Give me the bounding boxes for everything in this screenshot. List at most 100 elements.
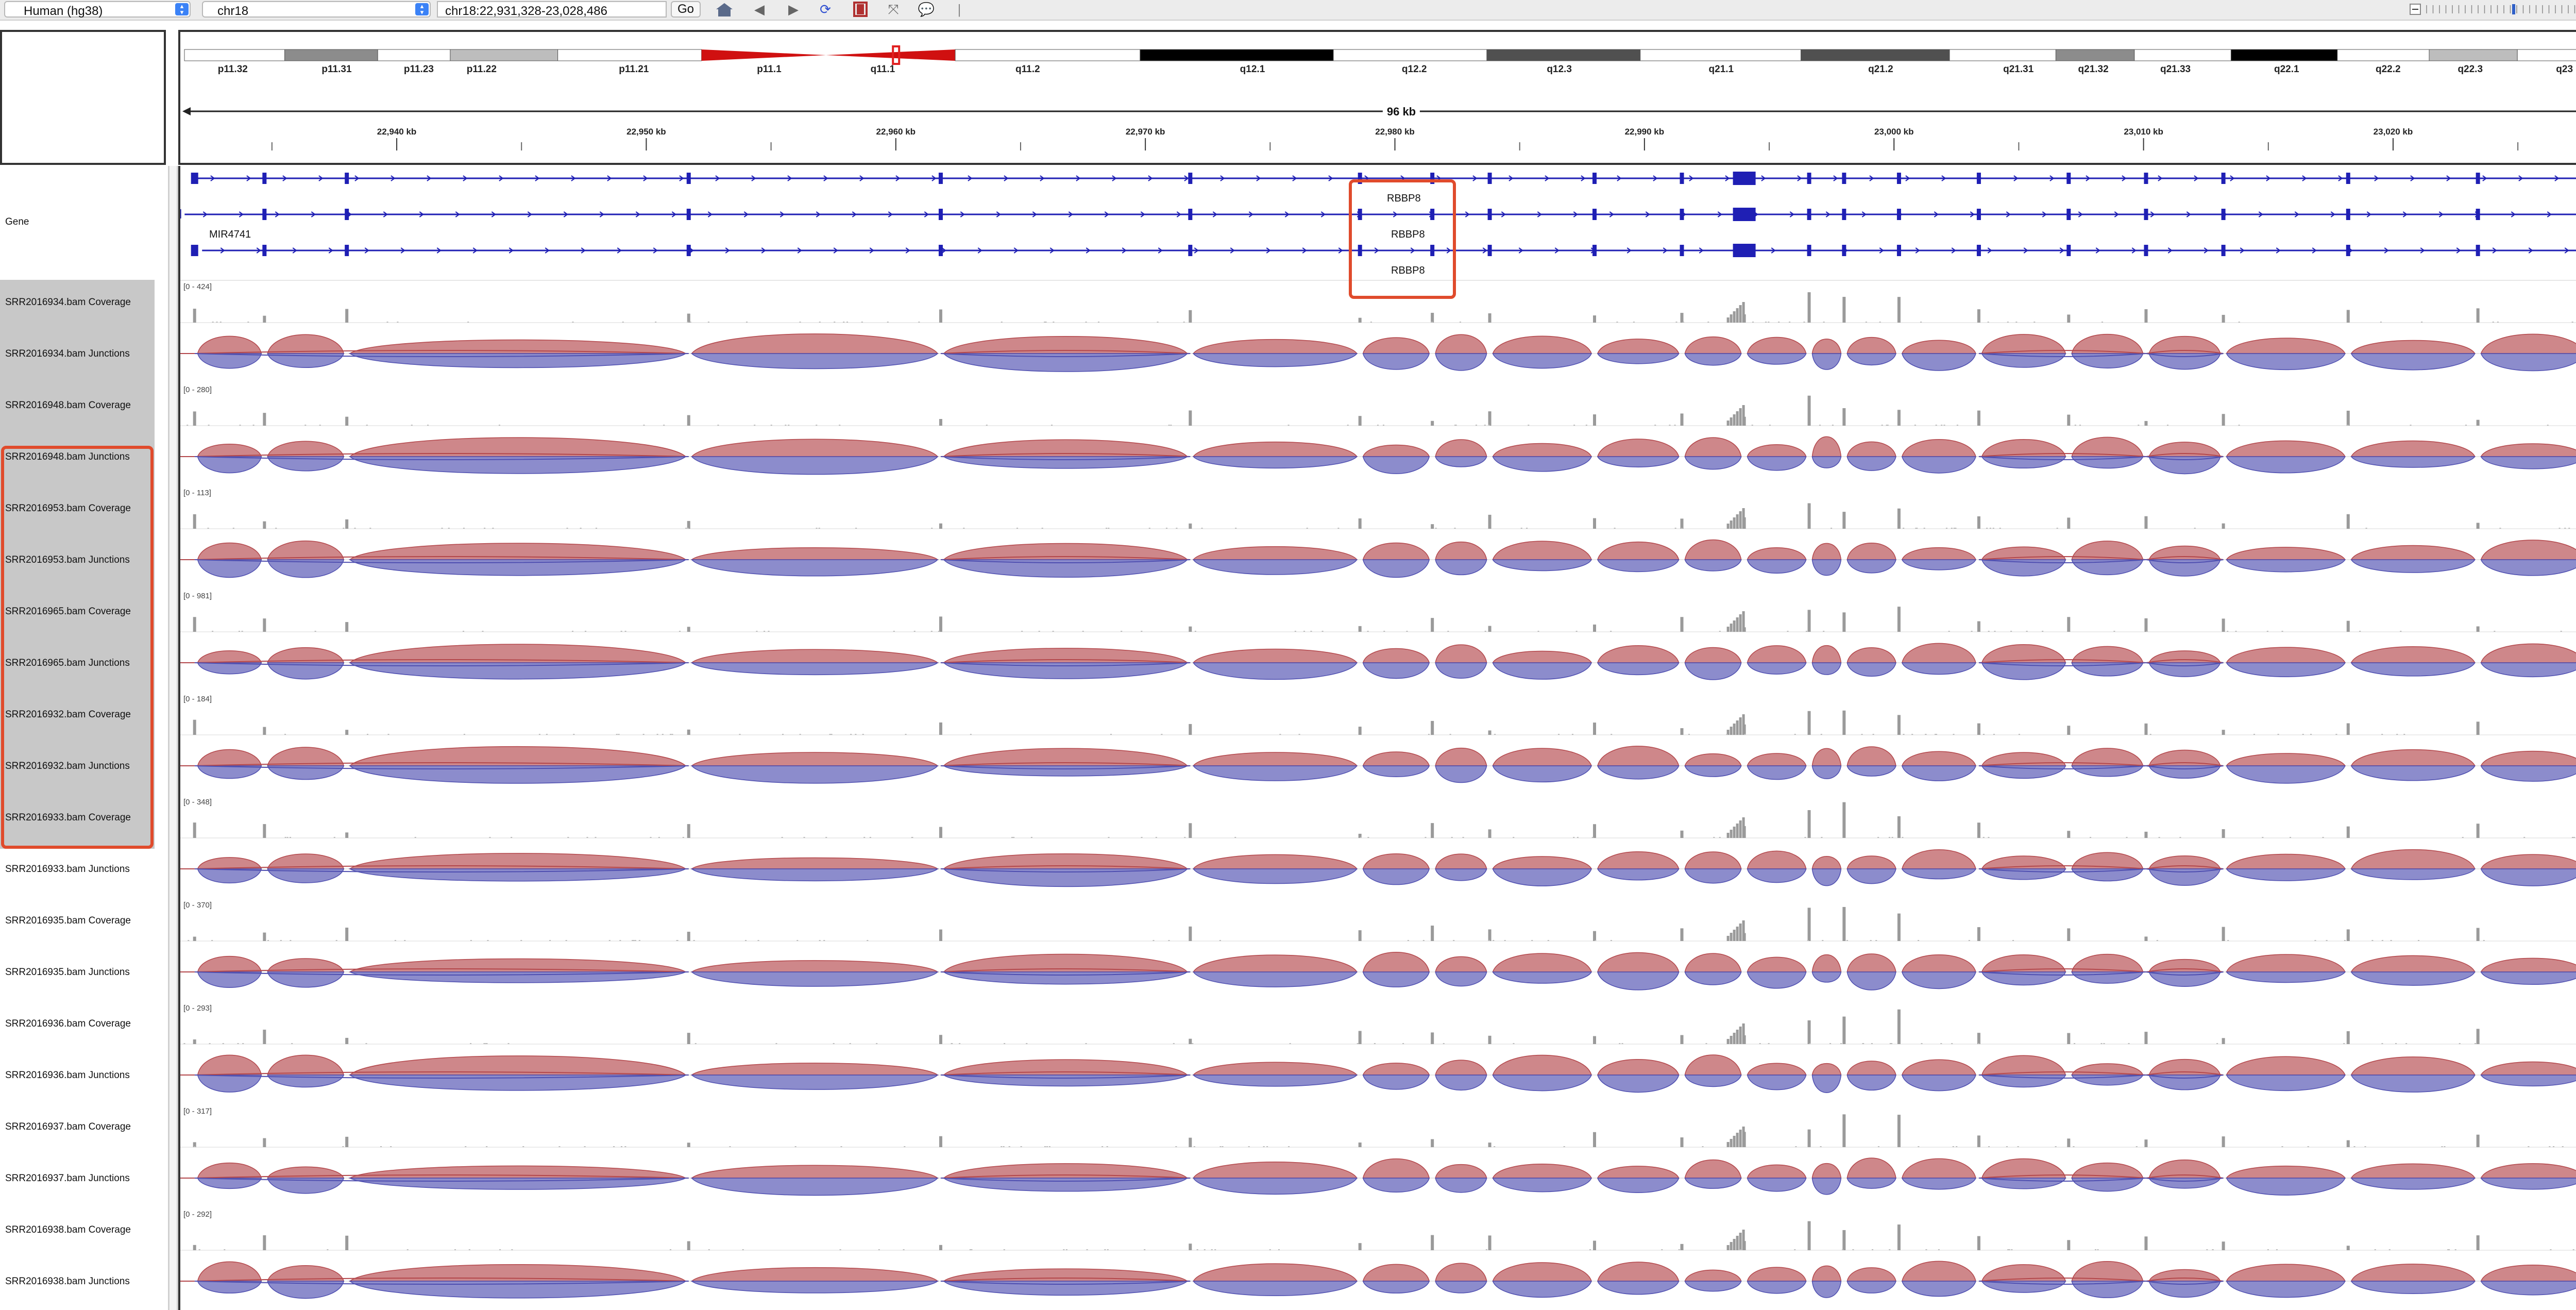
exon [2144, 209, 2148, 220]
gene-name-label[interactable]: MIR4741 [209, 229, 251, 241]
junction-arc-minus [1435, 559, 1487, 575]
track-label[interactable]: SRR2016935.bam Coverage [5, 915, 131, 927]
track-label[interactable]: SRR2016936.bam Junctions [5, 1070, 130, 1081]
track-label[interactable]: SRR2016938.bam Coverage [5, 1224, 131, 1236]
junction-arc-minus [2350, 971, 2476, 986]
popup-info-icon[interactable]: 💬 [915, 1, 938, 18]
coverage-noise [867, 940, 869, 941]
coverage-noise [1877, 1146, 1879, 1147]
junction-arc-minus [2350, 1281, 2476, 1294]
track-label[interactable]: SRR2016937.bam Coverage [5, 1121, 131, 1133]
tracks-canvas[interactable] [180, 166, 2576, 1310]
junction-arc-minus [1811, 353, 1842, 370]
exon [686, 209, 691, 220]
coverage-noise [717, 425, 719, 426]
coverage-noise [729, 1146, 731, 1147]
coverage-noise [2012, 940, 2014, 941]
home-icon[interactable] [713, 1, 736, 18]
chromosome-ideogram[interactable] [180, 32, 2576, 165]
coverage-noise [2212, 1249, 2214, 1250]
junction-arc-plus [2480, 643, 2576, 663]
genome-dropdown[interactable]: Human (hg38) ▴ ▾ [4, 1, 191, 18]
track-label[interactable]: SRR2016934.bam Junctions [5, 348, 130, 360]
junction-arc-plus [1811, 954, 1842, 972]
go-button[interactable]: Go [671, 1, 701, 18]
coverage-noise [2364, 1146, 2366, 1147]
refresh-icon[interactable]: ⟳ [814, 1, 837, 18]
coverage-noise [1520, 528, 1522, 529]
coverage-noise [1235, 528, 1237, 529]
coverage-bar [2346, 310, 2350, 323]
band-label: p11.32 [217, 64, 248, 75]
track-label[interactable]: SRR2016937.bam Junctions [5, 1173, 130, 1184]
zoom-slider[interactable] [2409, 2, 2576, 16]
junction-arc-minus [1747, 1178, 1807, 1192]
coverage-noise [855, 528, 857, 529]
resize-icon[interactable]: ⤧ [882, 1, 905, 18]
junction-arc-minus [1901, 559, 1977, 570]
coverage-bar [1842, 512, 1846, 529]
back-icon[interactable]: ◀ [748, 1, 771, 18]
track-label[interactable]: SRR2016933.bam Junctions [5, 864, 130, 875]
exon [2144, 245, 2148, 256]
coverage-bar [1488, 929, 1492, 941]
junction-arc-minus [1846, 456, 1896, 471]
coverage-noise [825, 837, 827, 838]
exon [191, 245, 198, 256]
junction-arc-minus [1362, 971, 1430, 987]
coverage-noise [1157, 322, 1159, 323]
coverage-noise [2365, 528, 2367, 529]
coverage-noise [492, 528, 494, 529]
coverage-noise [1175, 1146, 1177, 1147]
exon [2144, 173, 2148, 184]
junction-arc-plus [1684, 1269, 1742, 1282]
junction-arc-minus [197, 559, 262, 578]
junction-arc-plus [1747, 1063, 1807, 1076]
ideogram-band [2337, 49, 2430, 61]
roi-icon[interactable] [849, 1, 872, 18]
junction-arc-plus [2350, 955, 2476, 972]
coverage-noise [1537, 631, 1539, 632]
junction-arc-minus [1597, 1281, 1680, 1295]
junction-arc-minus [1597, 353, 1680, 364]
coverage-noise [289, 837, 291, 838]
track-label[interactable]: SRR2016935.bam Junctions [5, 967, 130, 978]
coverage-noise [745, 940, 747, 941]
chromosome-dropdown[interactable]: chr18 ▴ ▾ [202, 1, 431, 18]
coverage-noise [622, 322, 624, 323]
track-label[interactable]: SRR2016948.bam Coverage [5, 400, 131, 411]
coverage-noise [1768, 1043, 1770, 1044]
coverage-noise [1778, 322, 1780, 323]
coverage-noise [406, 1249, 409, 1250]
coverage-noise [2421, 322, 2423, 323]
coverage-noise [2090, 837, 2092, 838]
coverage-noise [687, 528, 689, 529]
coverage-noise [1865, 322, 1867, 323]
track-label[interactable]: SRR2016934.bam Coverage [5, 297, 131, 308]
forward-icon[interactable]: ▶ [782, 1, 805, 18]
coverage-noise [280, 940, 282, 941]
junction-arc-minus [1492, 1074, 1592, 1091]
coverage-noise [1347, 425, 1349, 426]
coverage-noise [290, 940, 292, 941]
chevron-updown-icon: ▴ ▾ [415, 3, 429, 15]
coverage-bar [1730, 830, 1733, 838]
coverage-noise [2344, 940, 2346, 941]
coverage-noise [1211, 1249, 1213, 1250]
track-label-gene[interactable]: Gene [5, 216, 29, 228]
coverage-bar [345, 928, 349, 941]
coverage-noise [1449, 734, 1451, 735]
coverage-noise [2568, 528, 2570, 529]
coverage-bar [1736, 1133, 1739, 1147]
coverage-noise [2562, 1146, 2564, 1147]
exon [1896, 245, 1901, 256]
coverage-bar [687, 931, 690, 941]
coverage-range-label: [0 - 424] [183, 282, 212, 291]
locus-input[interactable]: chr18:22,931,328-23,028,486 [437, 1, 667, 18]
track-label[interactable]: SRR2016936.bam Coverage [5, 1018, 131, 1030]
panel-divider[interactable] [168, 166, 178, 1310]
track-label[interactable]: SRR2016938.bam Junctions [5, 1276, 130, 1287]
coverage-noise [284, 837, 286, 838]
coverage-noise [232, 528, 234, 529]
coverage-noise [1794, 734, 1796, 735]
